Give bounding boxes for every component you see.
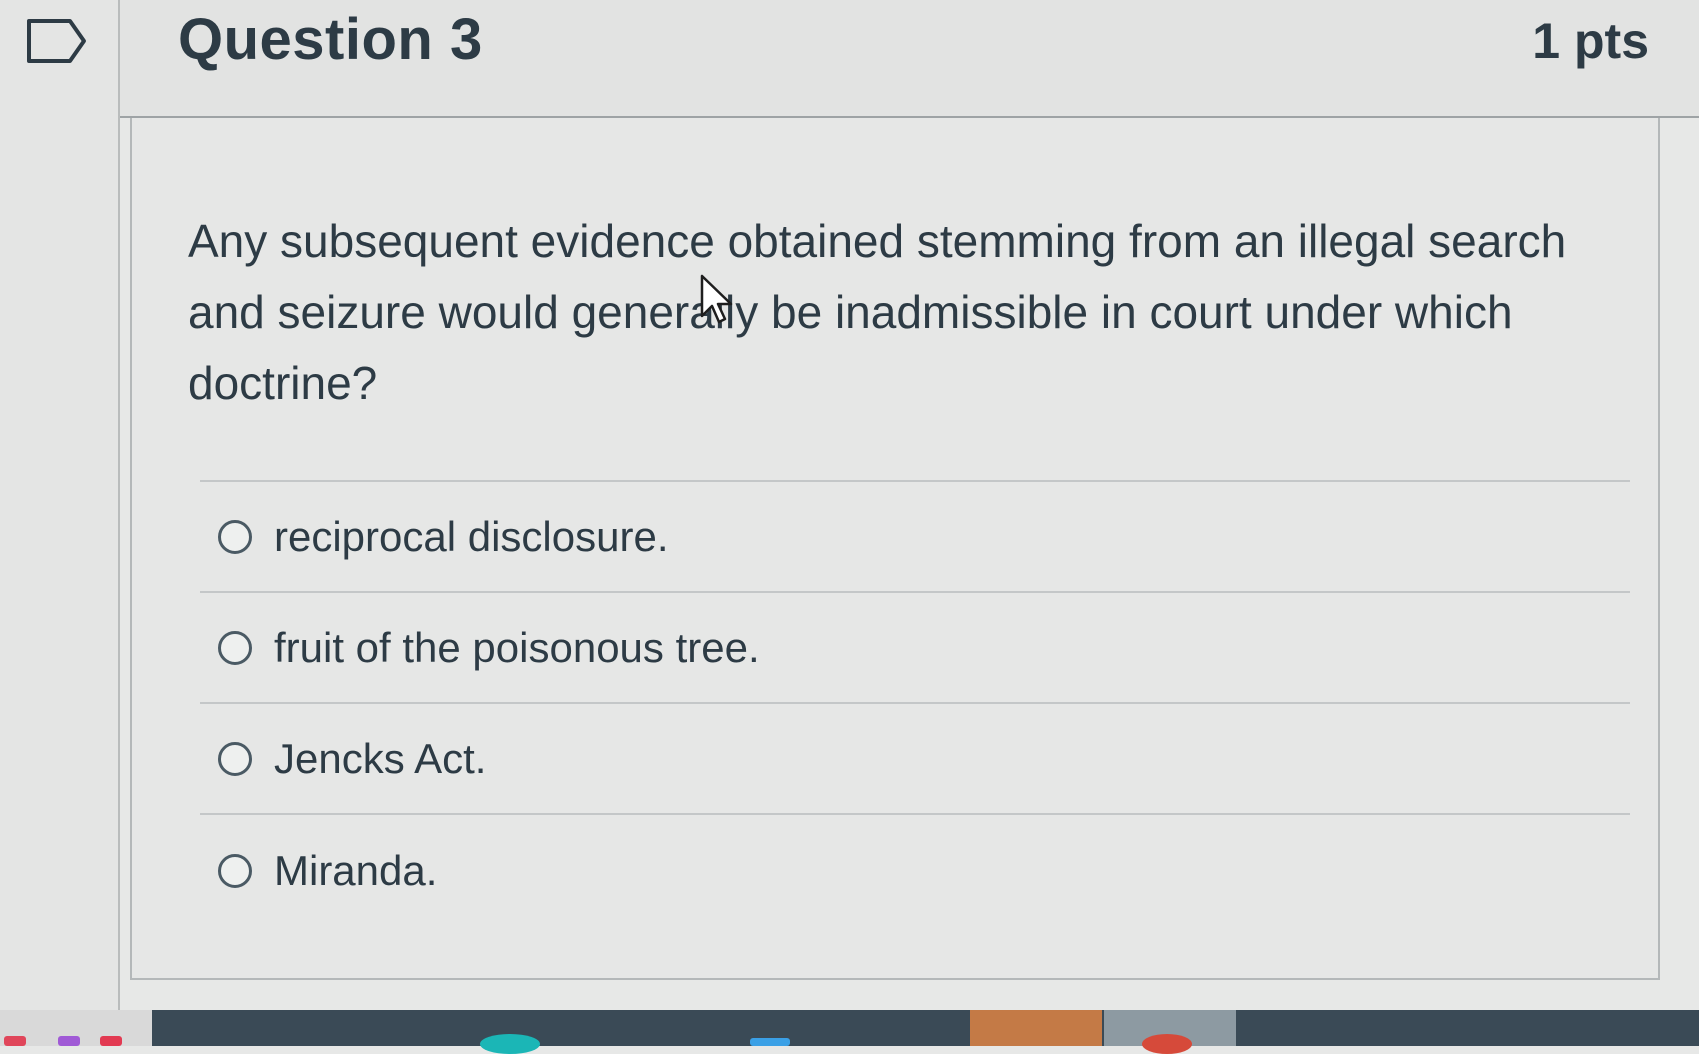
question-header: Question 3 1 pts — [120, 0, 1699, 118]
taskbar-left-area — [0, 1010, 152, 1046]
question-card: Any subsequent evidence obtained stemmin… — [130, 118, 1660, 980]
flag-question-icon[interactable] — [26, 18, 88, 64]
taskbar-app-icon[interactable] — [4, 1036, 26, 1046]
radio-unselected-icon[interactable] — [218, 741, 252, 776]
answer-label[interactable]: reciprocal disclosure. — [274, 513, 669, 561]
taskbar-app-icon[interactable] — [750, 1038, 790, 1046]
question-title: Question 3 — [178, 7, 483, 72]
radio-unselected-icon[interactable] — [218, 630, 252, 665]
question-points: 1 pts — [1532, 13, 1649, 69]
mouse-pointer-icon — [700, 274, 733, 324]
answer-label[interactable]: Miranda. — [274, 847, 437, 895]
radio-unselected-icon[interactable] — [218, 519, 252, 554]
radio-unselected-icon[interactable] — [218, 853, 252, 888]
answer-option-reciprocal-disclosure[interactable]: reciprocal disclosure. — [200, 482, 1630, 593]
taskbar-app-tile[interactable] — [970, 1010, 1102, 1046]
answer-option-fruit-of-the-poisonous-tree[interactable]: fruit of the poisonous tree. — [200, 593, 1630, 704]
taskbar-app-icon[interactable] — [1142, 1034, 1192, 1054]
answer-list: reciprocal disclosure. fruit of the pois… — [200, 480, 1630, 926]
answer-option-jencks-act[interactable]: Jencks Act. — [200, 704, 1630, 815]
taskbar — [0, 1010, 1699, 1054]
answer-option-miranda[interactable]: Miranda. — [200, 815, 1630, 926]
left-rail — [0, 0, 120, 1010]
taskbar-app-icon[interactable] — [480, 1034, 540, 1054]
answer-label[interactable]: fruit of the poisonous tree. — [274, 624, 760, 672]
answer-label[interactable]: Jencks Act. — [274, 735, 486, 783]
taskbar-app-icon[interactable] — [100, 1036, 122, 1046]
question-text: Any subsequent evidence obtained stemmin… — [188, 215, 1567, 409]
taskbar-app-icon[interactable] — [58, 1036, 80, 1046]
